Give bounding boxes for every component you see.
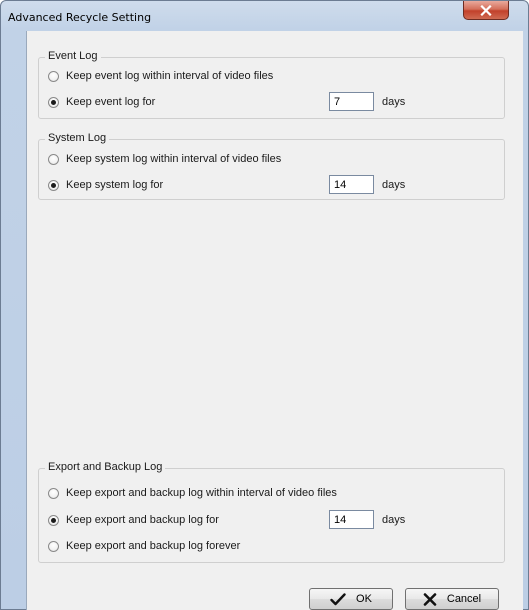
- event-log-group: Event Log Keep event log within interval…: [38, 50, 505, 119]
- export-backup-days-unit: days: [382, 514, 406, 526]
- ok-label: OK: [356, 593, 372, 605]
- system-log-days-input[interactable]: [329, 175, 374, 194]
- event-log-interval-radio[interactable]: [48, 70, 59, 82]
- event-log-interval-label: Keep event log within interval of video …: [66, 70, 274, 82]
- export-backup-keep-for-label: Keep export and backup log for: [66, 514, 219, 526]
- title-bar[interactable]: Advanced Recycle Setting: [1, 1, 528, 31]
- dialog-body: Event Log Keep event log within interval…: [26, 31, 523, 610]
- export-backup-keep-for-radio[interactable]: [48, 514, 59, 526]
- event-log-keep-for-radio[interactable]: [48, 96, 59, 108]
- export-backup-interval-label: Keep export and backup log within interv…: [66, 487, 337, 499]
- close-icon: [480, 4, 492, 16]
- export-backup-interval-option[interactable]: Keep export and backup log within interv…: [48, 485, 337, 501]
- event-log-interval-option[interactable]: Keep event log within interval of video …: [48, 68, 273, 84]
- event-log-days-unit: days: [382, 96, 406, 108]
- system-log-group: System Log Keep system log within interv…: [38, 132, 505, 200]
- close-button[interactable]: [463, 1, 509, 20]
- system-log-days-unit: days: [382, 179, 406, 191]
- system-log-legend: System Log: [45, 132, 110, 144]
- event-log-legend: Event Log: [45, 50, 101, 62]
- export-backup-keep-for-option[interactable]: Keep export and backup log for: [48, 512, 219, 528]
- event-log-keep-for-option[interactable]: Keep event log for: [48, 94, 155, 110]
- export-backup-forever-label: Keep export and backup log forever: [66, 540, 241, 552]
- system-log-keep-for-option[interactable]: Keep system log for: [48, 177, 163, 193]
- event-log-days-input[interactable]: [329, 92, 374, 111]
- cancel-button[interactable]: Cancel: [405, 588, 499, 610]
- system-log-interval-option[interactable]: Keep system log within interval of video…: [48, 151, 281, 167]
- advanced-recycle-setting-window: Advanced Recycle Setting Event Log Keep …: [0, 0, 529, 610]
- checkmark-icon: [330, 592, 346, 606]
- export-backup-days-input[interactable]: [329, 510, 374, 529]
- system-log-keep-for-radio[interactable]: [48, 179, 59, 191]
- export-backup-interval-radio[interactable]: [48, 487, 59, 499]
- cancel-label: Cancel: [446, 593, 482, 605]
- ok-button[interactable]: OK: [309, 588, 393, 610]
- export-backup-log-legend: Export and Backup Log: [45, 461, 166, 473]
- event-log-keep-for-label: Keep event log for: [66, 96, 156, 108]
- system-log-interval-label: Keep system log within interval of video…: [66, 153, 282, 165]
- window-title: Advanced Recycle Setting: [8, 11, 152, 24]
- export-backup-forever-radio[interactable]: [48, 540, 59, 552]
- export-backup-forever-option[interactable]: Keep export and backup log forever: [48, 538, 240, 554]
- system-log-interval-radio[interactable]: [48, 153, 59, 165]
- system-log-keep-for-label: Keep system log for: [66, 179, 164, 191]
- x-icon: [423, 592, 437, 606]
- export-backup-log-group: Export and Backup Log Keep export and ba…: [38, 461, 505, 563]
